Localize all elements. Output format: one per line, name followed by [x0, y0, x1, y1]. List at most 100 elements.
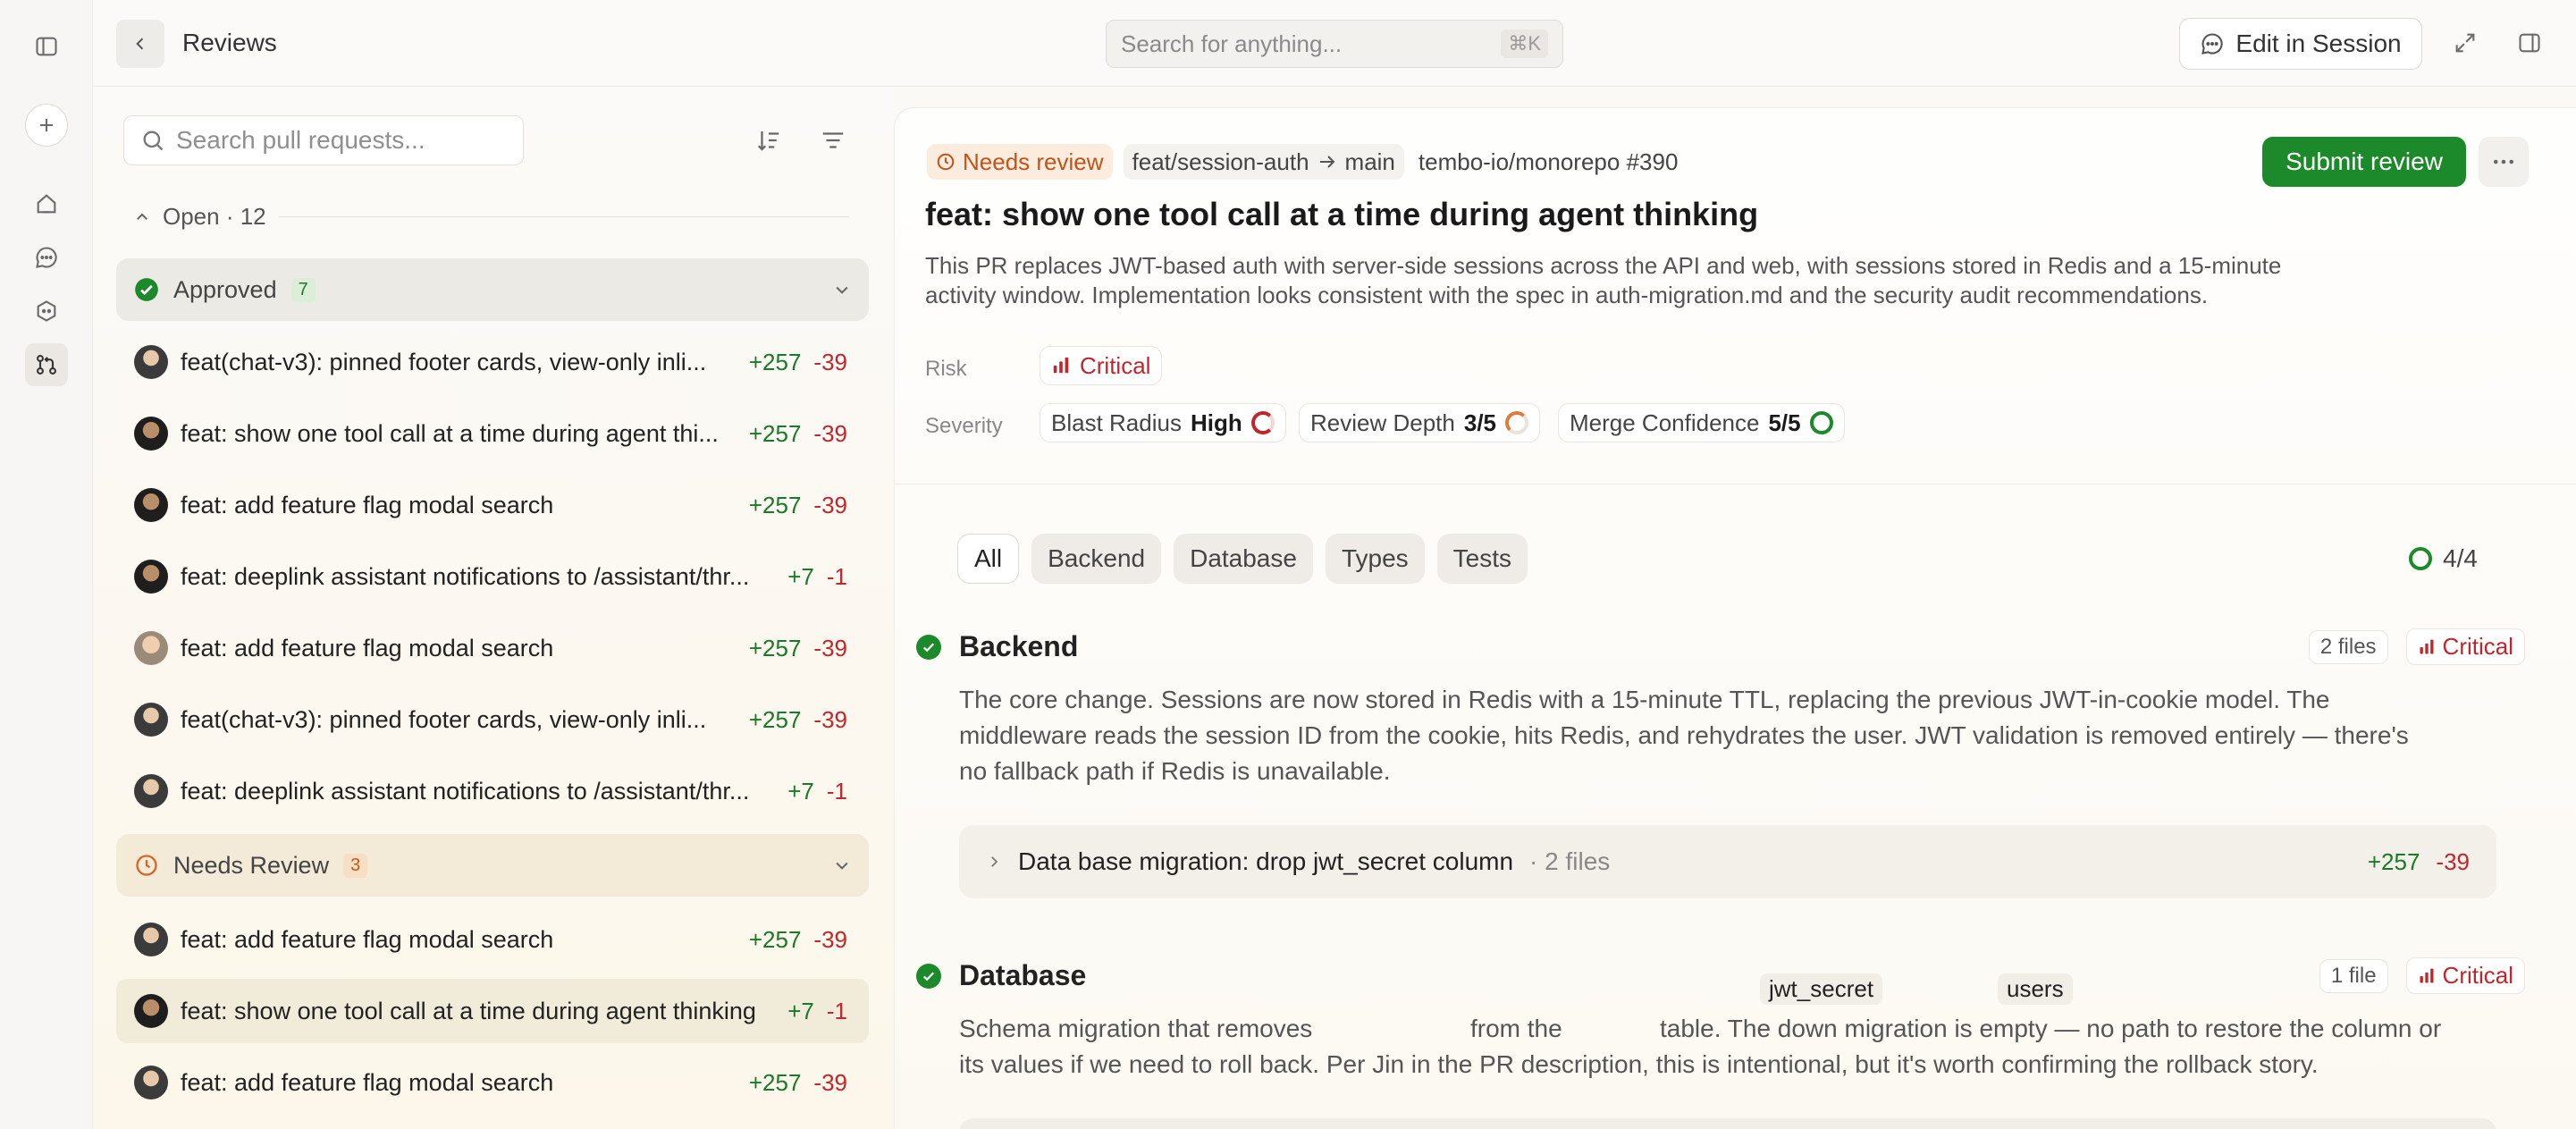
blast-radius-value: High	[1190, 409, 1242, 436]
expand-icon[interactable]	[2449, 27, 2481, 59]
deletions-count: -39	[813, 634, 847, 661]
tab-tests[interactable]: Tests	[1436, 534, 1528, 584]
pr-list-item-selected[interactable]: feat: show one tool call at a time durin…	[116, 979, 869, 1043]
risk-label: Risk	[925, 357, 967, 381]
avatar	[134, 994, 168, 1028]
risk-value: Critical	[2442, 962, 2513, 989]
pr-list-item[interactable]: feat(chat-v3): pinned footer cards, view…	[116, 687, 869, 752]
edit-in-session-button[interactable]: Edit in Session	[2179, 18, 2422, 70]
additions-count: +7	[787, 997, 814, 1024]
additions-count: +257	[748, 705, 802, 733]
deletions-count: -39	[813, 348, 847, 375]
pr-title: feat: show one tool call at a time durin…	[181, 997, 756, 1024]
clock-icon	[937, 153, 955, 171]
additions-count: +257	[748, 348, 802, 375]
deletions-count: -39	[813, 925, 847, 953]
needs-review-count-badge: 3	[343, 853, 368, 878]
migration-file-count: · 2 files	[1529, 847, 1611, 875]
approved-label: Approved	[173, 275, 277, 303]
section-title: Database	[959, 959, 1087, 991]
pr-title: feat(chat-v3): pinned footer cards, view…	[181, 348, 707, 375]
collapsed-row[interactable]	[959, 1118, 2496, 1129]
additions-count: +257	[748, 1068, 802, 1096]
pr-list-item[interactable]: feat: add feature flag modal search +257…	[116, 473, 869, 537]
chevron-left-icon	[136, 38, 144, 50]
deletions-count: -1	[826, 777, 847, 805]
search-icon	[143, 131, 164, 151]
deletions-count: -39	[2436, 847, 2470, 875]
needs-review-group-header[interactable]: Needs Review 3	[116, 834, 869, 897]
icon-rail	[0, 0, 93, 1129]
migration-row[interactable]: Data base migration: drop jwt_secret col…	[959, 825, 2496, 898]
filter-icon[interactable]	[815, 122, 851, 158]
tab-all[interactable]: All	[957, 534, 1020, 584]
shortcut-hint: ⌘K	[1501, 29, 1548, 58]
pr-heading: feat: show one tool call at a time durin…	[925, 196, 1759, 232]
deletions-count: -1	[826, 562, 847, 590]
signal-bars-icon	[2420, 639, 2434, 653]
risk-value: Critical	[1080, 351, 1151, 379]
home-icon[interactable]	[25, 182, 68, 225]
review-depth-label: Review Depth	[1310, 409, 1455, 436]
database-section-header[interactable]: Database 1 file Critical	[916, 957, 2525, 994]
chevron-up-icon	[137, 213, 147, 220]
review-depth-value: 3/5	[1463, 409, 1497, 436]
edit-in-session-label: Edit in Session	[2235, 29, 2402, 57]
submit-review-button[interactable]: Submit review	[2262, 137, 2466, 187]
tab-backend[interactable]: Backend	[1031, 534, 1162, 584]
pr-title: feat: deeplink assistant notifications t…	[181, 562, 750, 590]
pr-title: feat: add feature flag modal search	[181, 925, 554, 953]
page-title: Reviews	[182, 29, 277, 56]
pr-description-line: This PR replaces JWT-based auth with ser…	[925, 252, 2282, 279]
pr-title: feat(chat-v3): pinned footer cards, view…	[181, 705, 707, 733]
pr-title: feat: show one tool call at a time durin…	[181, 419, 719, 447]
additions-count: +257	[2367, 847, 2420, 875]
pr-list-item[interactable]: feat: deeplink assistant notifications t…	[116, 759, 869, 823]
backend-summary: The core change. Sessions are now stored…	[959, 682, 2514, 789]
summary-line: The core change. Sessions are now stored…	[959, 686, 2330, 713]
signal-bars-icon	[2420, 968, 2434, 982]
branch-to: main	[1344, 147, 1395, 175]
backend-section-header[interactable]: Backend 2 files Critical	[916, 628, 2525, 665]
new-item-button[interactable]	[25, 104, 68, 147]
tab-database[interactable]: Database	[1174, 534, 1313, 584]
chevron-right-icon	[991, 856, 998, 867]
global-search-input[interactable]: Search for anything... ⌘K	[1106, 20, 1563, 68]
status-label: Needs review	[963, 147, 1104, 175]
more-options-icon[interactable]	[2479, 137, 2529, 187]
pr-list-panel: Search pull requests... Open · 12 Approv…	[93, 87, 894, 1129]
avatar	[134, 774, 168, 808]
pr-list-item[interactable]: feat: deeplink assistant notifications t…	[116, 544, 869, 609]
sort-icon[interactable]	[751, 122, 787, 158]
check-circle-icon	[916, 963, 941, 989]
toggle-panel-icon[interactable]	[2513, 27, 2546, 59]
pr-list-item[interactable]: feat: add feature flag modal search +257…	[116, 616, 869, 680]
open-section-toggle[interactable]: Open · 12	[134, 203, 849, 231]
back-button[interactable]	[116, 20, 164, 68]
pr-list-item[interactable]: feat: show one tool call at a time durin…	[116, 401, 869, 466]
avatar	[134, 560, 168, 594]
repo-link[interactable]: tembo-io/monorepo #390	[1418, 148, 1679, 176]
deletions-count: -1	[826, 997, 847, 1024]
progress-ring-icon	[2409, 547, 2432, 570]
clock-icon	[136, 855, 157, 876]
file-count-badge: 1 file	[2319, 958, 2388, 993]
summary-text: table. The down migration is empty — no …	[1660, 1015, 2442, 1042]
code-token: users	[1998, 973, 2073, 1005]
file-count-badge: 2 files	[2308, 629, 2388, 664]
pr-search-input[interactable]: Search pull requests...	[123, 115, 524, 165]
approved-group-header[interactable]: Approved 7	[116, 258, 869, 321]
risk-badge: Critical	[2405, 957, 2525, 994]
additions-count: +257	[748, 419, 802, 447]
toggle-sidebar-icon[interactable]	[25, 25, 68, 68]
chat-icon[interactable]	[25, 236, 68, 279]
pr-list-item[interactable]: feat: add feature flag modal search +257…	[116, 1050, 869, 1115]
risk-badge: Critical	[2405, 628, 2525, 665]
review-depth-pill: Review Depth 3/5	[1299, 403, 1541, 442]
pr-list-item[interactable]: feat(chat-v3): pinned footer cards, view…	[116, 330, 869, 394]
pr-list-item[interactable]: feat: add feature flag modal search +257…	[116, 907, 869, 972]
tab-types[interactable]: Types	[1325, 534, 1425, 584]
avatar	[134, 345, 168, 379]
bot-icon[interactable]	[25, 290, 68, 333]
pull-request-icon[interactable]	[25, 343, 68, 386]
